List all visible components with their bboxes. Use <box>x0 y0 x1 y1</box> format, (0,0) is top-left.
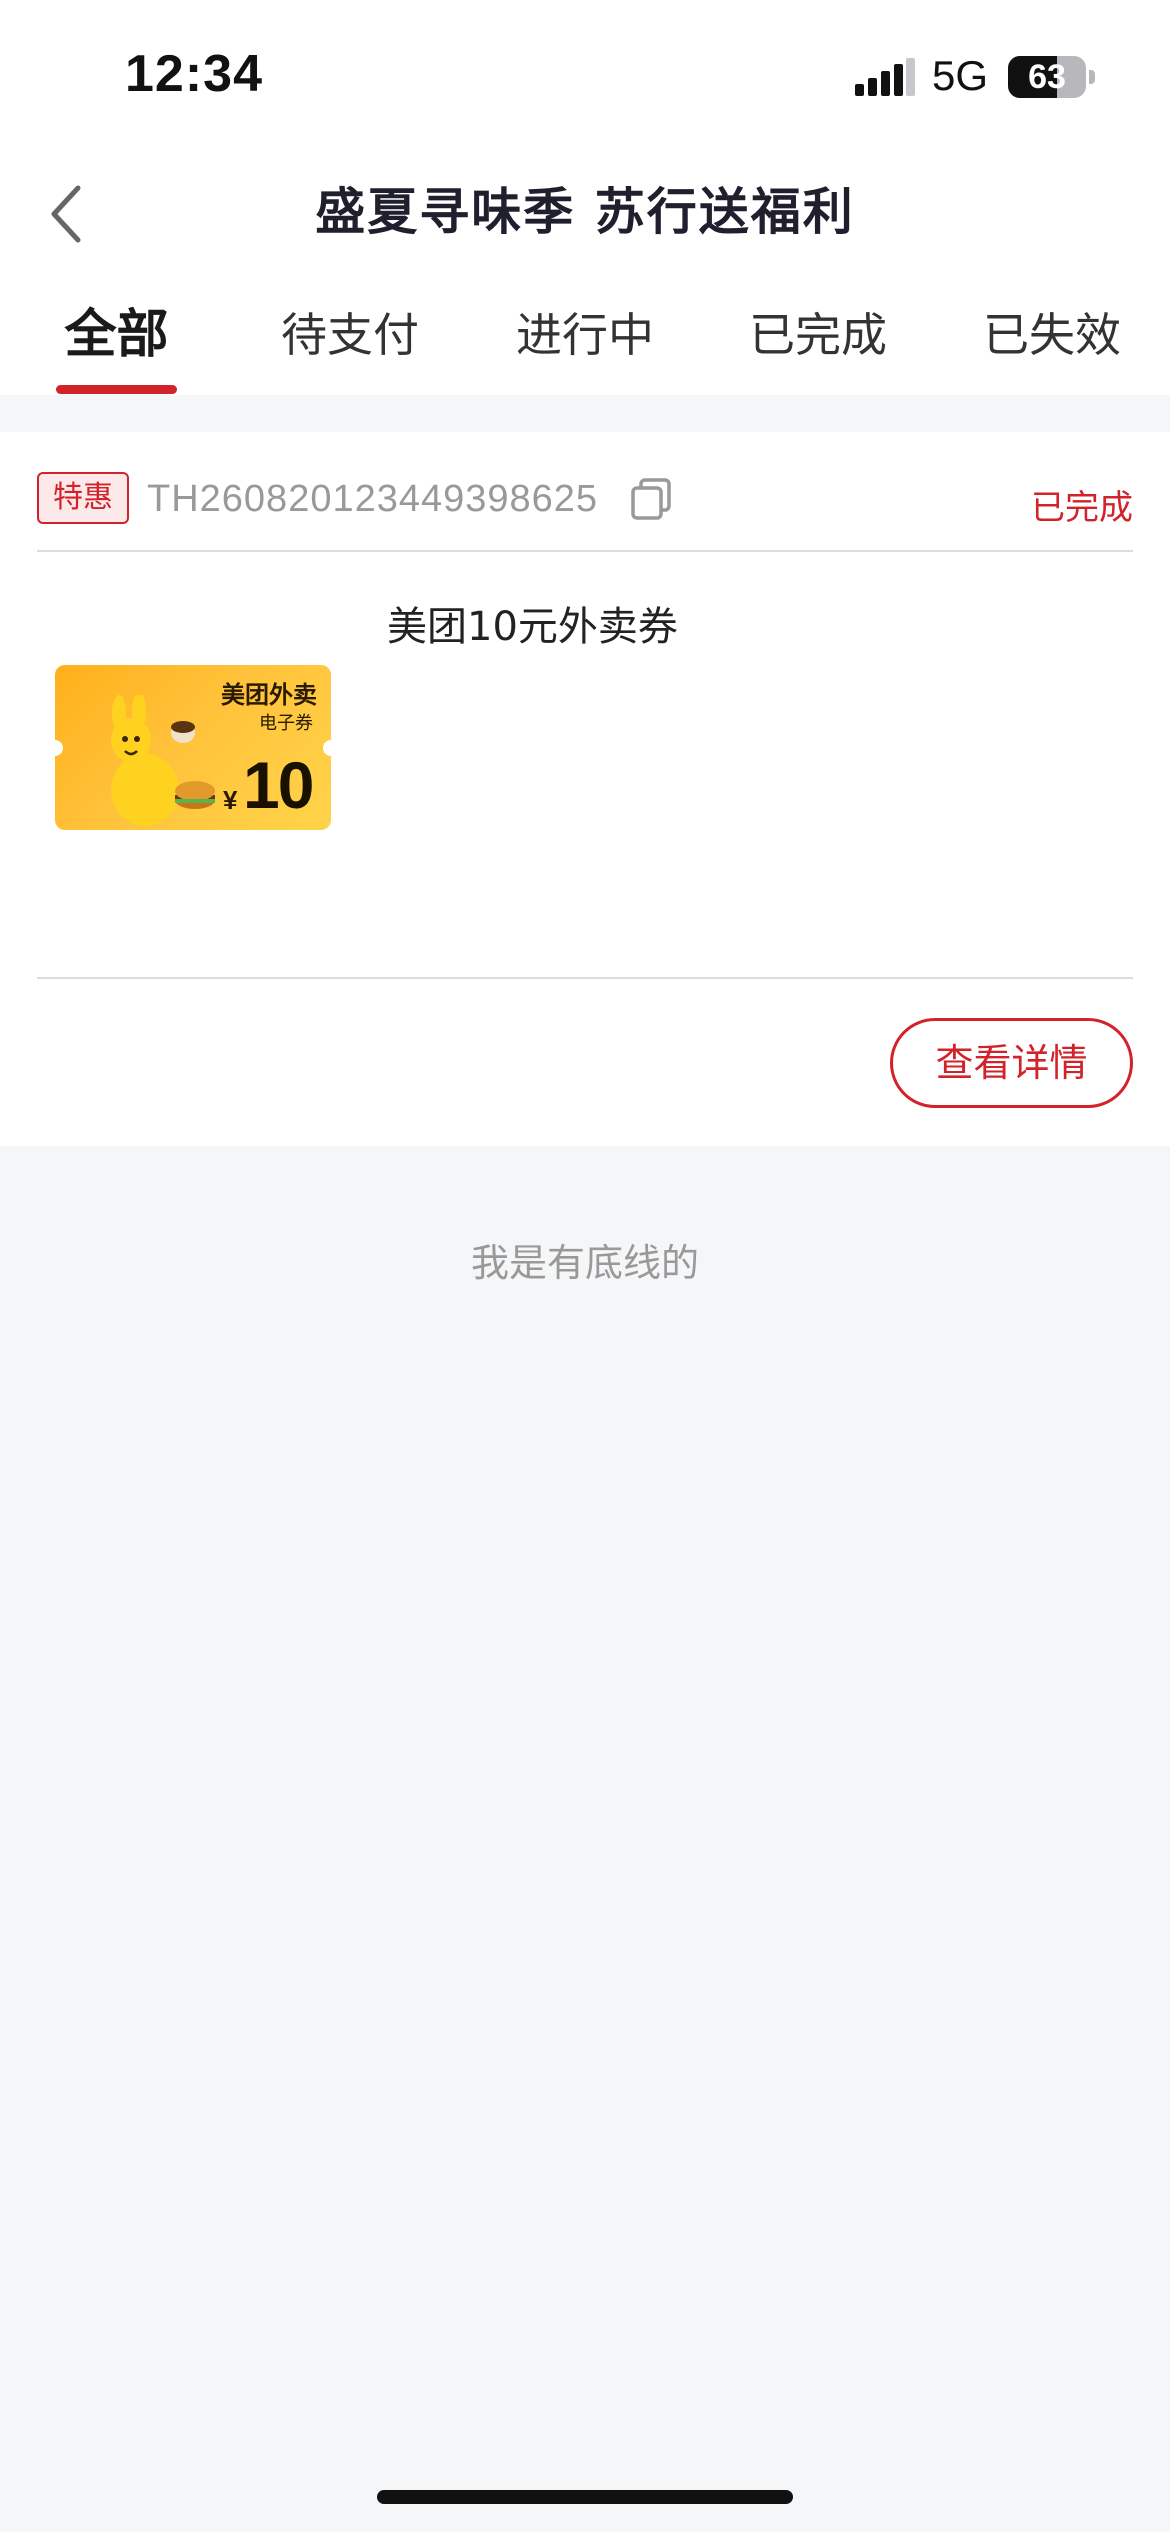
coupon-brand: 美团外卖 <box>221 681 317 709</box>
tab-all[interactable]: 全部 <box>56 300 177 370</box>
cellular-signal-icon <box>855 58 915 96</box>
product-row: 美团10元外卖券 美团外卖 电子券 ¥ 10 <box>37 552 1133 979</box>
coupon-currency: ¥ <box>223 785 238 815</box>
coupon-type: 电子券 <box>259 713 313 734</box>
coupon-notch-right <box>323 740 331 756</box>
coupon-notch-left <box>55 740 63 756</box>
tab-in-progress[interactable]: 进行中 <box>505 300 665 370</box>
end-of-list-note: 我是有底线的 <box>470 1241 699 1285</box>
tab-expired[interactable]: 已失效 <box>972 300 1132 370</box>
product-name: 美团10元外卖券 <box>387 604 678 650</box>
active-tab-indicator <box>56 385 177 394</box>
status-bar: 12:34 5G 63 <box>0 0 1170 150</box>
tab-completed[interactable]: 已完成 <box>738 300 898 370</box>
order-status: 已完成 <box>1031 488 1133 528</box>
coupon-image: 美团外卖 电子券 ¥ 10 <box>55 665 331 830</box>
tab-pending-payment[interactable]: 待支付 <box>270 300 430 370</box>
network-type: 5G <box>932 52 989 99</box>
status-time: 12:34 <box>125 45 263 103</box>
page-title: 盛夏寻味季 苏行送福利 <box>315 183 855 241</box>
coupon-amount: 10 <box>243 748 314 822</box>
battery-icon: 63 <box>1008 56 1086 98</box>
order-header: 特惠 TH260820123449398625 已完成 <box>37 432 1133 552</box>
home-indicator[interactable] <box>377 2490 793 2504</box>
view-details-button[interactable]: 查看详情 <box>890 1018 1133 1108</box>
kangaroo-mascot-icon <box>111 695 215 826</box>
promo-badge: 特惠 <box>37 472 129 524</box>
nav-bar: 盛夏寻味季 苏行送福利 <box>0 150 1170 270</box>
copy-icon[interactable] <box>627 474 677 524</box>
battery-level: 63 <box>1028 58 1066 96</box>
battery-tip <box>1089 70 1095 84</box>
order-number: TH260820123449398625 <box>147 478 599 520</box>
order-tabs: 全部 待支付 进行中 已完成 已失效 <box>0 270 1170 395</box>
order-card[interactable]: 特惠 TH260820123449398625 已完成 美团10元外卖券 美团外… <box>0 432 1170 1146</box>
